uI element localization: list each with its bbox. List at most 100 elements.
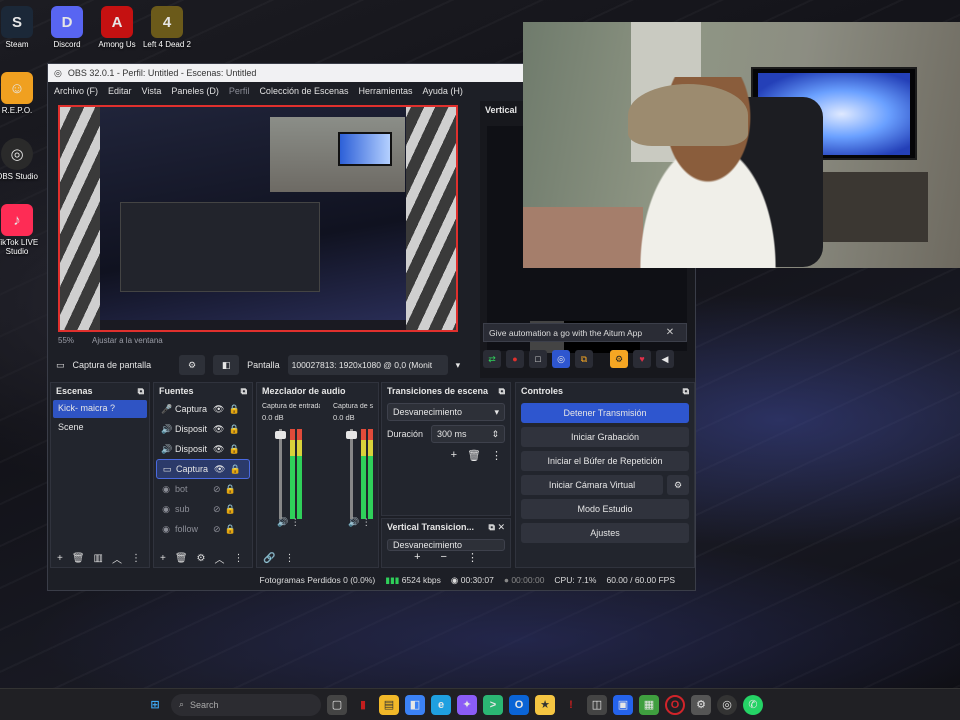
undock-icon[interactable]: ⧉ (683, 386, 689, 396)
zoom-level[interactable]: 55% (58, 336, 74, 345)
speaker-icon[interactable]: 🔊 ⋮ (277, 517, 300, 528)
desktop-icon-tiktok-live-studio[interactable]: ♪ TikTok LIVE Studio (0, 204, 48, 256)
source-row[interactable]: 🔊 Disposit 👁 🔒 (156, 419, 250, 439)
heart-icon[interactable]: ♥ (633, 350, 651, 368)
more-icon[interactable]: ⋮ (284, 553, 294, 564)
stepper-icon[interactable]: ⇕ (491, 429, 499, 440)
eye-hidden-icon[interactable]: ⊘ (213, 524, 221, 535)
menu-paneles[interactable]: Paneles (D) (171, 86, 219, 96)
fit-window-label[interactable]: Ajustar a la ventana (92, 336, 163, 345)
eye-icon[interactable]: 👁 (213, 404, 224, 415)
square-icon[interactable]: □ (529, 350, 547, 368)
record-icon[interactable]: ● (506, 350, 524, 368)
gear-icon[interactable]: ⚙ (691, 694, 711, 715)
start-recording-button[interactable]: Iniciar Grabación (521, 427, 689, 447)
chevron-down-icon[interactable]: ▾ (456, 360, 461, 371)
lock-icon[interactable]: 🔒 (228, 444, 239, 455)
opera-icon[interactable]: O (665, 694, 685, 715)
desktop-icon-left-4-dead-2[interactable]: 4 Left 4 Dead 2 (136, 6, 198, 49)
terminal-icon[interactable]: > (483, 694, 503, 715)
app-alert-icon[interactable]: ! (561, 695, 581, 715)
menu-editar[interactable]: Editar (108, 86, 132, 96)
menu-ayuda[interactable]: Ayuda (H) (423, 86, 463, 96)
scene-item[interactable]: Kick- maicra ? (53, 400, 147, 418)
menu-archivo[interactable]: Archivo (F) (54, 86, 98, 96)
desktop-icon-repo[interactable]: ☺ R.E.P.O. (0, 72, 48, 115)
chevron-up-icon[interactable]: ︿ (112, 551, 122, 566)
capture-icon[interactable]: ◫ (587, 694, 607, 715)
more-icon[interactable]: ⋮ (131, 553, 141, 564)
lock-icon[interactable]: 🔒 (225, 484, 236, 495)
add-icon[interactable]: + (160, 553, 166, 564)
trash-icon[interactable]: 🗑 (467, 449, 481, 462)
transition-select[interactable]: Desvanecimiento ▾ (387, 403, 505, 421)
lock-icon[interactable]: 🔒 (228, 424, 239, 435)
start-virtual-camera-button[interactable]: Iniciar Cámara Virtual (521, 475, 663, 495)
filter-icon[interactable]: ▥ (94, 553, 103, 564)
obs-icon[interactable]: ◎ (717, 694, 737, 715)
settings-icon[interactable]: ⚙ (610, 350, 628, 368)
backtrack-icon[interactable]: ⧉ (575, 350, 593, 368)
outlook-icon[interactable]: O (509, 694, 529, 715)
add-icon[interactable]: + (451, 449, 457, 462)
speaker-icon[interactable]: 🔊 ⋮ (348, 517, 371, 528)
more-icon[interactable]: ⋮ (234, 553, 244, 564)
desktop-icon-obs-studio[interactable]: ◎ OBS Studio (0, 138, 48, 181)
virtual-camera-settings-button[interactable]: ⚙ (667, 475, 689, 495)
edge-icon[interactable]: e (431, 694, 451, 715)
file-explorer-icon[interactable]: ▤ (379, 694, 399, 715)
cursor-icon[interactable]: ◀ (656, 350, 674, 368)
source-row[interactable]: ▭ Captura 👁 🔒 (156, 459, 250, 479)
more-icon[interactable]: ⋮ (491, 449, 502, 462)
close-icon[interactable]: ✕ (660, 323, 680, 342)
eye-icon[interactable]: 👁 (214, 464, 225, 475)
stream-icon[interactable]: ⇄ (483, 350, 501, 368)
source-row[interactable]: ◉ bot ⊘ 🔒 (156, 479, 250, 499)
microsoft-store-icon[interactable]: ◧ (405, 694, 425, 715)
fader-handle[interactable] (275, 431, 286, 439)
source-row[interactable]: 🔊 Disposit 👁 🔒 (156, 439, 250, 459)
brawl-icon[interactable]: ★ (535, 694, 555, 715)
display-select[interactable]: 100027813: 1920x1080 @ 0,0 (Monit (287, 355, 448, 375)
menu-coleccion-escenas[interactable]: Colección de Escenas (259, 86, 348, 96)
source-row[interactable]: ◉ sub ⊘ 🔒 (156, 499, 250, 519)
automation-banner[interactable]: Give automation a go with the Aitum App (483, 323, 687, 342)
windows-start-icon[interactable]: ⊞ (145, 695, 165, 715)
target-icon[interactable]: ◎ (552, 350, 570, 368)
program-preview[interactable] (58, 105, 458, 332)
source-row[interactable]: ◉ follow ⊘ 🔒 (156, 519, 250, 539)
menu-herramientas[interactable]: Herramientas (359, 86, 413, 96)
link-icon[interactable]: 🔗 (263, 553, 275, 564)
chevron-up-icon[interactable]: ︿ (215, 551, 225, 566)
lock-icon[interactable]: 🔒 (225, 504, 236, 515)
volume-fader[interactable] (279, 429, 282, 519)
undock-icon[interactable]: ⧉ (499, 386, 505, 396)
close-icon[interactable]: ⧉ ✕ (489, 522, 505, 532)
fader-handle[interactable] (346, 431, 357, 439)
menu-vista[interactable]: Vista (142, 86, 162, 96)
undock-icon[interactable]: ⧉ (138, 386, 144, 396)
stop-streaming-button[interactable]: Detener Transmisión (521, 403, 689, 423)
minecraft-icon[interactable]: ▦ (639, 694, 659, 715)
lock-icon[interactable]: 🔒 (225, 524, 236, 535)
vertical-transition-select[interactable]: Desvanecimiento (387, 539, 505, 551)
undock-icon[interactable]: ⧉ (241, 386, 247, 396)
start-replay-buffer-button[interactable]: Iniciar el Búfer de Repetición (521, 451, 689, 471)
eye-icon[interactable]: 👁 (213, 444, 224, 455)
source-properties-button[interactable]: ⚙ (179, 355, 206, 375)
add-icon[interactable]: + (57, 553, 63, 564)
trash-icon[interactable]: 🗑 (72, 553, 85, 564)
task-view-icon[interactable]: ▢ (327, 694, 347, 715)
app-red-icon[interactable]: ▮ (353, 695, 373, 715)
eye-icon[interactable]: 👁 (213, 424, 224, 435)
duration-spinbox[interactable]: 300 ms ⇕ (431, 425, 505, 443)
volume-fader[interactable] (350, 429, 353, 519)
menu-perfil[interactable]: Perfil (229, 86, 250, 96)
more-icon[interactable]: ⋮ (467, 551, 478, 564)
trash-icon[interactable]: 🗑 (175, 553, 188, 564)
copilot-icon[interactable]: ✦ (457, 694, 477, 715)
studio-mode-button[interactable]: Modo Estudio (521, 499, 689, 519)
scene-item[interactable]: Scene (53, 419, 147, 437)
eye-hidden-icon[interactable]: ⊘ (213, 504, 221, 515)
whatsapp-icon[interactable]: ✆ (743, 694, 763, 715)
